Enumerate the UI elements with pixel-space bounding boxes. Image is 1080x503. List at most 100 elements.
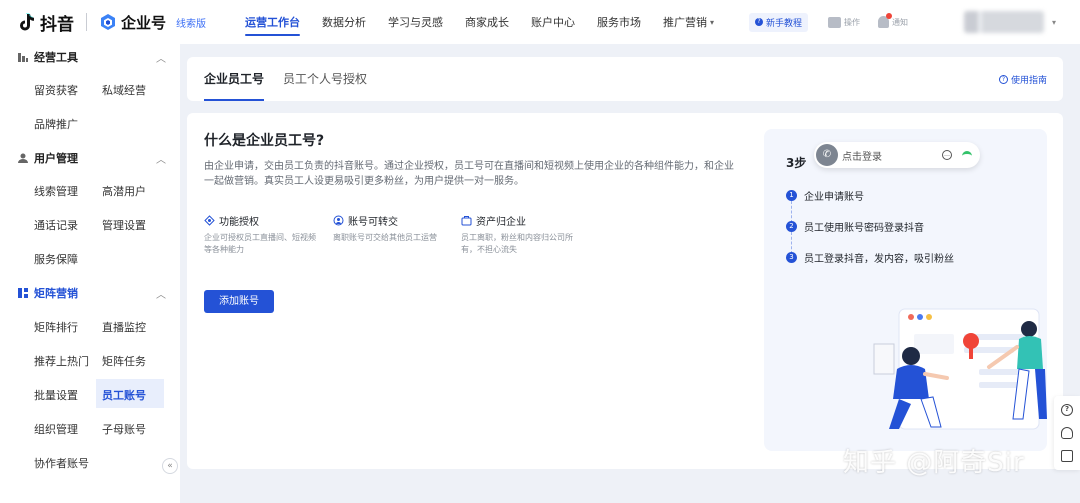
sidebar-item-parent-child-accounts[interactable]: 子母账号 (102, 421, 146, 437)
notification-label: 通知 (891, 17, 908, 27)
top-navigation-bar: 抖音 企业号 线索版 运营工作台 数据分析 学习与灵感 商家成长 账户中心 服务… (0, 0, 1080, 44)
nav-data-analysis[interactable]: 数据分析 (311, 0, 377, 44)
user-guide-link[interactable]: ? 使用指南 (998, 73, 1047, 86)
step-2: 2 员工使用账号密码登录抖音 (786, 219, 924, 234)
nav-account-center[interactable]: 账户中心 (520, 0, 586, 44)
chevron-up-icon: ︿ (156, 154, 166, 166)
sidebar-item-employee-accounts[interactable]: 员工账号 (102, 387, 146, 403)
nav-label: 运营工作台 (245, 16, 301, 29)
sidebar-item-recommend-hot[interactable]: 推荐上热门 (34, 353, 89, 369)
watermark: 知乎 @阿奇Sir (843, 448, 1025, 478)
chevron-up-icon: ︿ (156, 289, 166, 301)
feature-title-row: 账号可转交 (333, 213, 451, 228)
tab-employee-personal-auth[interactable]: 员工个人号授权 (283, 57, 367, 101)
sidebar-item-matrix-ranking[interactable]: 矩阵排行 (34, 319, 78, 335)
sidebar-item-lead-management[interactable]: 线索管理 (34, 183, 78, 199)
step-number: 1 (786, 190, 797, 201)
employee-illustration (873, 308, 1047, 430)
douyin-logo[interactable]: 抖音 (16, 10, 74, 35)
feature-description: 员工离职，粉丝和内容归公司所有，不担心流失 (461, 233, 573, 254)
sidebar-item-batch-settings[interactable]: 批量设置 (34, 387, 78, 403)
sidebar-item-collaborator-accounts[interactable]: 协作者账号 (34, 455, 89, 471)
sidebar-item-management-settings[interactable]: 管理设置 (102, 217, 146, 233)
bell-icon (877, 13, 892, 28)
enterprise-logo[interactable]: 企业号 (99, 12, 166, 33)
bar-chart-icon (18, 53, 28, 62)
sidebar-item-service-guarantee[interactable]: 服务保障 (34, 251, 78, 267)
tab-enterprise-employee[interactable]: 企业员工号 (204, 57, 265, 101)
sidebar-item-lead-capture[interactable]: 留资获客 (34, 82, 78, 98)
top-right-tools: ? 新手教程 操作 通知 ▾ (748, 0, 1080, 44)
brand-divider (86, 13, 87, 31)
more-icon: … (942, 150, 952, 160)
step-label: 员工使用账号密码登录抖音 (804, 223, 924, 234)
sidebar-group-business-tools[interactable]: 经营工具 ︿ (18, 49, 166, 65)
sidebar-item-brand-promotion[interactable]: 品牌推广 (34, 116, 78, 132)
help-dot-icon: ? (754, 18, 763, 26)
sidebar-item-live-monitoring[interactable]: 直播监控 (102, 319, 146, 335)
enterprise-brand-text: 企业号 (121, 13, 167, 32)
add-account-button[interactable]: 添加账号 (204, 290, 274, 313)
nav-learning[interactable]: 学习与灵感 (377, 0, 454, 44)
wifi-icon (962, 151, 972, 159)
brand[interactable]: 抖音 企业号 线索版 (16, 10, 206, 35)
login-popup-text: 点击登录 (842, 151, 882, 163)
enterprise-logo-icon (101, 14, 115, 30)
nav-service-market[interactable]: 服务市场 (586, 0, 652, 44)
asset-icon (461, 216, 472, 226)
sidebar-item-call-records[interactable]: 通话记录 (34, 217, 78, 233)
sidebar-group-label: 矩阵营销 (34, 287, 78, 300)
feature-title-row: 资产归企业 (461, 213, 579, 228)
feature-authorize: 功能授权 企业可授权员工直播间、短视频等各种能力 (204, 213, 322, 256)
nav-label: 推广营销 (663, 16, 708, 29)
step-number: 3 (786, 252, 797, 263)
help-icon[interactable]: ? (1061, 404, 1073, 416)
sidebar: 经营工具 ︿ 留资获客 私域经营 品牌推广 用户管理 ︿ 线索管理 高潜用户 通… (0, 44, 180, 503)
step-label: 企业申请账号 (804, 192, 864, 203)
nav-promotion-marketing[interactable]: 推广营销 ▾ (652, 0, 725, 44)
feature-asset-ownership: 资产归企业 员工离职，粉丝和内容归公司所有，不担心流失 (461, 213, 579, 256)
feature-description: 离职账号可交给其他员工运营 (333, 233, 437, 242)
sidebar-group-label: 用户管理 (34, 152, 78, 165)
user-guide-label: 使用指南 (1010, 76, 1047, 86)
sidebar-item-organization-management[interactable]: 组织管理 (34, 421, 78, 437)
nav-operations-workbench[interactable]: 运营工作台 (234, 0, 311, 44)
sidebar-group-matrix-marketing[interactable]: 矩阵营销 ︿ (18, 285, 166, 301)
feedback-icon[interactable] (1061, 450, 1073, 462)
transfer-icon (333, 215, 344, 226)
question-circle-icon: ? (998, 75, 1008, 84)
grid-icon (18, 288, 28, 298)
headset-icon[interactable] (1061, 427, 1073, 439)
chevron-down-icon: ▾ (710, 17, 715, 27)
nav-label: 数据分析 (322, 16, 367, 29)
sidebar-group-user-management[interactable]: 用户管理 ︿ (18, 150, 166, 166)
nav-merchant-growth[interactable]: 商家成长 (454, 0, 520, 44)
douyin-note-icon (20, 13, 34, 31)
sidebar-item-matrix-tasks[interactable]: 矩阵任务 (102, 353, 146, 369)
sidebar-collapse-button[interactable]: « (162, 458, 178, 474)
page-title: 什么是企业员工号? (204, 133, 325, 149)
main-content-card: 什么是企业员工号? 由企业申请，交由员工负责的抖音账号。通过企业授权，员工号可在… (187, 113, 1063, 469)
nav-label: 商家成长 (465, 16, 510, 29)
message-button[interactable]: 操作 (827, 16, 860, 28)
feature-title-row: 功能授权 (204, 213, 322, 228)
notification-button[interactable]: 通知 (877, 13, 908, 28)
step-number: 2 (786, 221, 797, 232)
douyin-brand-text: 抖音 (40, 14, 74, 35)
login-popup[interactable]: ✆ 点击登录 … (814, 142, 980, 168)
feature-title: 功能授权 (219, 217, 259, 228)
account-chevron-icon[interactable]: ▾ (1052, 18, 1056, 27)
nav-label: 服务市场 (597, 16, 642, 29)
step-1: 1 企业申请账号 (786, 188, 864, 203)
sidebar-item-private-domain[interactable]: 私域经营 (102, 82, 146, 98)
nav-label: 学习与灵感 (388, 16, 444, 29)
steps-title: 3步 (786, 156, 807, 170)
tutorial-label: 新手教程 (765, 18, 802, 29)
phone-icon: ✆ (816, 144, 838, 166)
feature-title: 资产归企业 (476, 217, 526, 228)
floating-tools: ? (1054, 396, 1080, 470)
account-avatar[interactable] (963, 11, 1044, 33)
edition-label: 线索版 (176, 18, 207, 30)
sidebar-item-high-potential-users[interactable]: 高潜用户 (102, 183, 146, 199)
tutorial-button[interactable]: ? 新手教程 (748, 12, 808, 32)
